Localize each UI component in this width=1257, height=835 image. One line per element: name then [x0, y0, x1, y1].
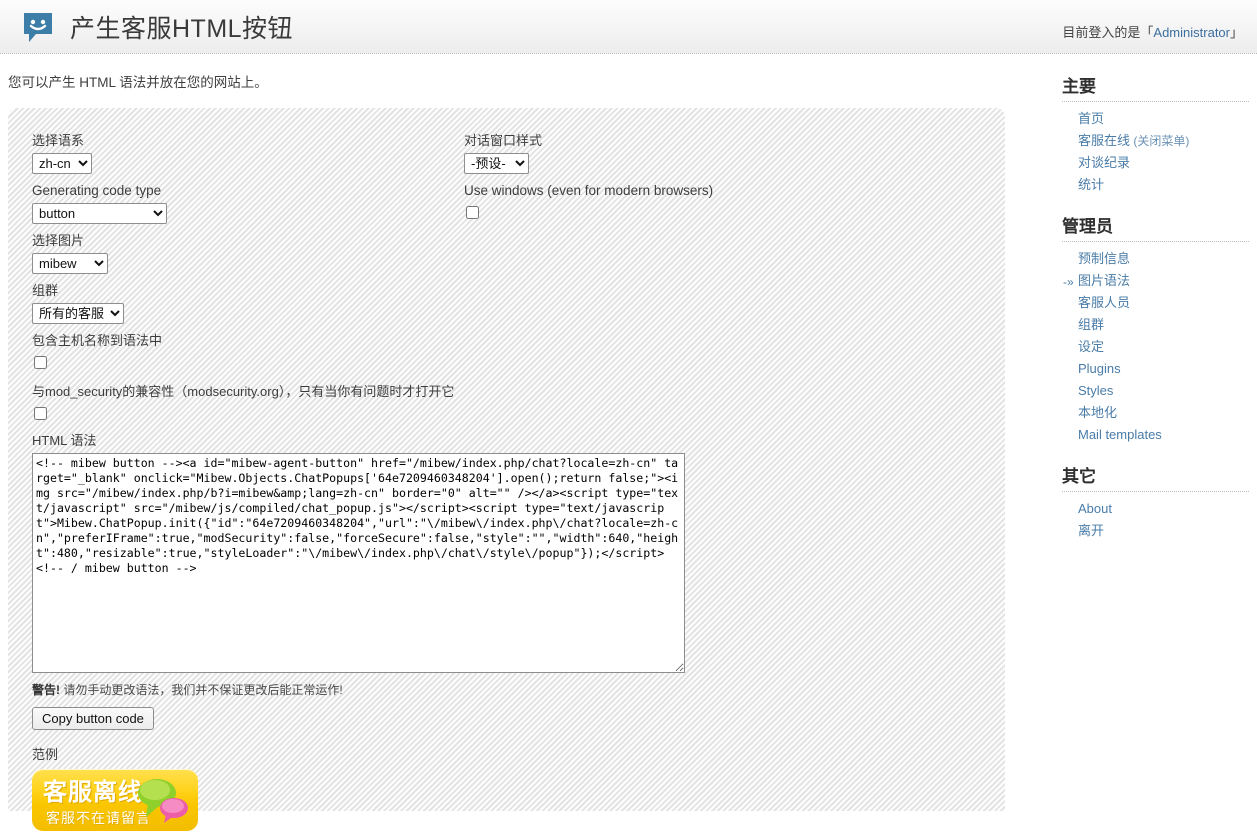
- field-group: 组群 所有的客服: [32, 282, 432, 324]
- generated-code-area: HTML 语法 警告! 请勿手动更改语法，我们并不保证更改后能正常运作! Cop…: [32, 430, 685, 831]
- sidebar-item-label: 对谈纪录: [1078, 155, 1131, 170]
- sidebar-item-客服在线[interactable]: 客服在线 (关闭菜单): [1050, 130, 1257, 152]
- sidebar-item-组群[interactable]: 组群: [1050, 314, 1257, 336]
- sidebar-item-设定[interactable]: 设定: [1050, 336, 1257, 358]
- modsecurity-checkbox[interactable]: [34, 407, 47, 421]
- code-warning-text: 请勿手动更改语法，我们并不保证更改后能正常运作!: [60, 683, 343, 697]
- use-windows-label: Use windows (even for modern browsers): [464, 183, 714, 198]
- sidebar-item-About[interactable]: About: [1050, 498, 1257, 520]
- sidebar-item-label: 组群: [1078, 317, 1105, 332]
- sidebar-item-label: 离开: [1078, 523, 1105, 538]
- smiley-chat-bubble-icon: [22, 11, 54, 43]
- sidebar-item-客服人员[interactable]: 客服人员: [1050, 292, 1257, 314]
- login-prefix: 目前登入的是「: [1062, 25, 1154, 40]
- sidebar-item-label: 预制信息: [1078, 251, 1131, 266]
- locale-label: 选择语系: [32, 133, 85, 148]
- field-modsecurity: 与mod_security的兼容性（modsecurity.org），只有当你有…: [32, 383, 455, 426]
- include-hostname-label: 包含主机名称到语法中: [32, 333, 163, 348]
- sidebar-item-Styles[interactable]: Styles: [1050, 380, 1257, 402]
- sidebar-item-label: Plugins: [1078, 361, 1121, 376]
- field-popup-style: 对话窗口样式 -预设-: [464, 132, 964, 174]
- sidebar-item-label: 统计: [1078, 177, 1105, 192]
- sidebar-item-Mail templates[interactable]: Mail templates: [1050, 424, 1257, 446]
- locale-select[interactable]: zh-cn: [32, 153, 92, 174]
- sidebar-item-label: Mail templates: [1078, 427, 1162, 442]
- badge-main-text: 客服离线: [43, 779, 143, 806]
- popup-style-select[interactable]: -预设-: [464, 153, 529, 174]
- sidebar-item-预制信息[interactable]: 预制信息: [1050, 248, 1257, 270]
- sidebar-item-label: Styles: [1078, 383, 1114, 398]
- copy-button-code-button[interactable]: Copy button code: [32, 707, 154, 730]
- sidebar-item-label: 客服在线: [1078, 133, 1131, 148]
- page-title: 产生客服HTML按钮: [70, 15, 294, 43]
- sidebar-item-离开[interactable]: 离开: [1050, 520, 1257, 542]
- sidebar-item-label: 本地化: [1078, 405, 1118, 420]
- sidebar-item-对谈纪录[interactable]: 对谈纪录: [1050, 152, 1257, 174]
- image-select[interactable]: mibew: [32, 253, 108, 274]
- current-page-arrow-icon: -»: [1063, 275, 1074, 289]
- sidebar-item-label: 图片语法: [1078, 273, 1131, 288]
- sidebar-item-Plugins[interactable]: Plugins: [1050, 358, 1257, 380]
- app-header: 产生客服HTML按钮 目前登入的是「Administrator」: [0, 0, 1257, 54]
- field-use-windows: Use windows (even for modern browsers): [464, 182, 964, 225]
- field-locale: 选择语系 zh-cn: [32, 132, 432, 174]
- sidebar-item-统计[interactable]: 统计: [1050, 174, 1257, 196]
- code-warning-prefix: 警告!: [32, 683, 60, 697]
- popup-style-label: 对话窗口样式: [464, 133, 543, 148]
- code-warning: 警告! 请勿手动更改语法，我们并不保证更改后能正常运作!: [32, 681, 685, 698]
- code-type-select[interactable]: button: [32, 203, 167, 224]
- sidebar-section: 管理员预制信息 -» 图片语法客服人员组群设定 Plugins Styles 本地化 Mai…: [1050, 212, 1257, 446]
- sidebar-item-label: 客服人员: [1078, 295, 1131, 310]
- sidebar-item-label: 设定: [1078, 339, 1105, 354]
- sidebar: 主要首页客服在线 (关闭菜单) 对谈纪录统计管理员预制信息 -» 图片语法客服人员组群…: [1050, 72, 1257, 558]
- html-code-textarea[interactable]: [32, 453, 685, 673]
- sidebar-item-label: About: [1078, 501, 1112, 516]
- code-generator-panel: 选择语系 zh-cn Generating code type button 选…: [8, 108, 1005, 831]
- login-username[interactable]: Administrator: [1153, 25, 1230, 40]
- sidebar-item-label: 首页: [1078, 111, 1105, 126]
- sidebar-section: 主要首页客服在线 (关闭菜单) 对谈纪录统计: [1050, 72, 1257, 196]
- use-windows-checkbox[interactable]: [466, 206, 479, 220]
- sidebar-section-title: 主要: [1062, 72, 1249, 102]
- sidebar-section-title: 管理员: [1062, 212, 1249, 242]
- speech-bubbles-icon: [134, 775, 190, 825]
- modsecurity-label: 与mod_security的兼容性（modsecurity.org），只有当你有…: [32, 384, 455, 399]
- sidebar-item-图片语法[interactable]: -» 图片语法: [1050, 270, 1257, 292]
- sidebar-section: 其它 About 离开: [1050, 462, 1257, 542]
- field-include-hostname: 包含主机名称到语法中: [32, 332, 432, 375]
- example-offline-badge[interactable]: 客服离线 客服不在请留言: [32, 769, 198, 831]
- sidebar-item-sublabel[interactable]: (关闭菜单): [1130, 134, 1189, 148]
- login-suffix: 」: [1229, 25, 1243, 40]
- sidebar-item-首页[interactable]: 首页: [1050, 108, 1257, 130]
- field-code-type: Generating code type button: [32, 182, 432, 224]
- field-image: 选择图片 mibew: [32, 232, 432, 274]
- example-label: 范例: [32, 747, 59, 762]
- image-label: 选择图片: [32, 233, 85, 248]
- logged-in-user: 目前登入的是「Administrator」: [1062, 22, 1243, 41]
- intro-text: 您可以产生 HTML 语法并放在您的网站上。: [8, 75, 268, 90]
- form-column-right: 对话窗口样式 -预设- Use windows (even for modern…: [464, 132, 964, 233]
- form-column-left: 选择语系 zh-cn Generating code type button 选…: [32, 132, 455, 434]
- html-code-label: HTML 语法: [32, 433, 97, 448]
- group-label: 组群: [32, 283, 59, 298]
- sidebar-section-title: 其它: [1062, 462, 1249, 492]
- group-select[interactable]: 所有的客服: [32, 303, 124, 324]
- sidebar-item-本地化[interactable]: 本地化: [1050, 402, 1257, 424]
- code-type-label: Generating code type: [32, 183, 162, 198]
- include-hostname-checkbox[interactable]: [34, 356, 47, 370]
